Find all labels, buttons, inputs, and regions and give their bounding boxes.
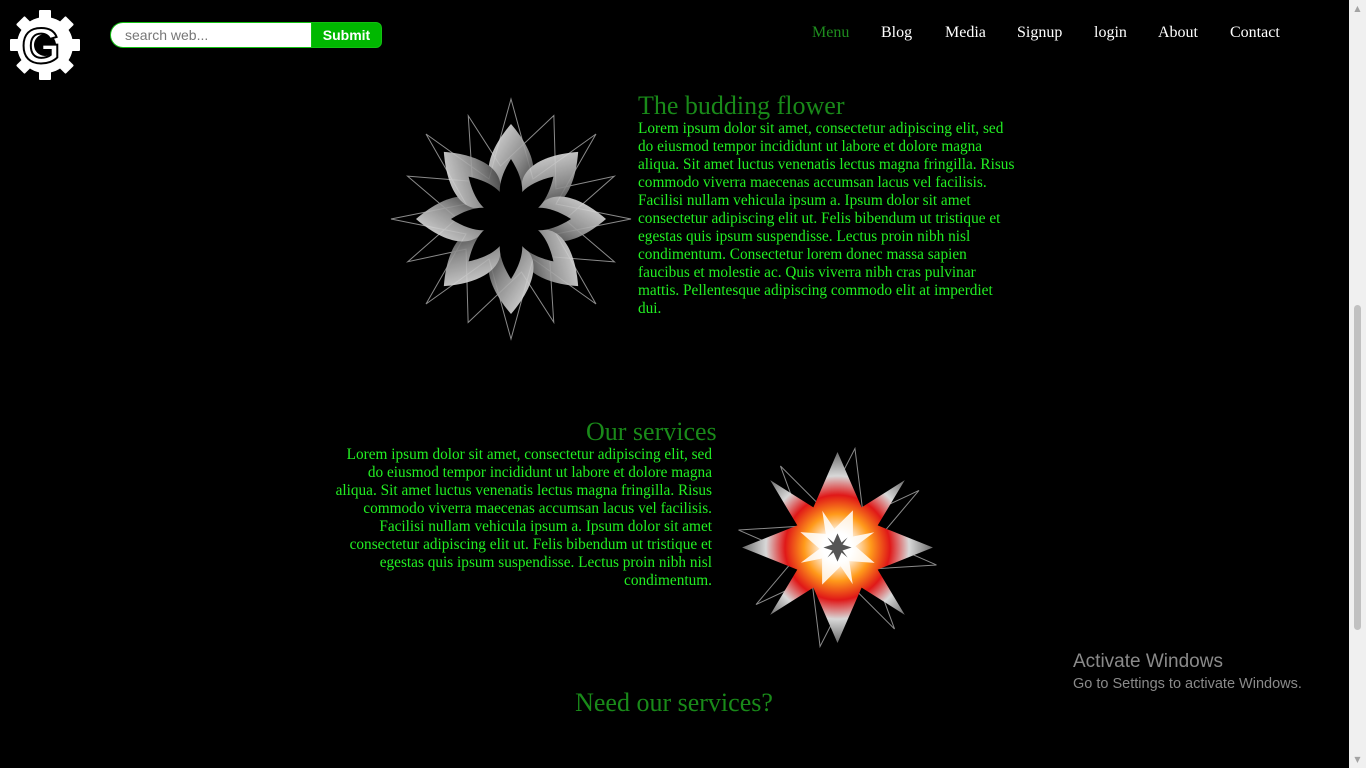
- submit-button[interactable]: Submit: [311, 22, 382, 48]
- orange-red-star-flower-icon: [738, 446, 937, 649]
- nav-login-link[interactable]: login: [1094, 24, 1127, 42]
- nav-menu-link[interactable]: Menu: [812, 24, 849, 42]
- triangle-down-icon[interactable]: ▼: [1349, 751, 1366, 768]
- triangle-up-icon[interactable]: ▲: [1349, 0, 1366, 17]
- budding-flower-title: The budding flower: [638, 91, 845, 120]
- activate-windows-title: Activate Windows: [1073, 651, 1223, 672]
- vertical-scrollbar[interactable]: ▲ ▼: [1349, 0, 1366, 768]
- gear-g-logo-icon[interactable]: G: [8, 8, 82, 82]
- nav-media-link[interactable]: Media: [945, 24, 986, 42]
- activate-windows-watermark: Activate Windows Go to Settings to activ…: [1073, 651, 1302, 695]
- search-input[interactable]: [110, 22, 311, 48]
- svg-text:G: G: [22, 18, 61, 74]
- search-form: Submit: [110, 22, 382, 48]
- services-title: Our services: [586, 417, 717, 446]
- nav-contact-link[interactable]: Contact: [1230, 24, 1280, 42]
- nav-about-link[interactable]: About: [1158, 24, 1198, 42]
- budding-flower-text: Lorem ipsum dolor sit amet, consectetur …: [638, 120, 1015, 317]
- activate-windows-subtitle: Go to Settings to activate Windows.: [1073, 676, 1302, 692]
- nav-signup-link[interactable]: Signup: [1017, 24, 1062, 42]
- scrollbar-thumb[interactable]: [1354, 305, 1361, 630]
- nav-blog-link[interactable]: Blog: [881, 24, 912, 42]
- white-star-flower-icon: [390, 97, 632, 341]
- services-text: Lorem ipsum dolor sit amet, consectetur …: [335, 446, 712, 589]
